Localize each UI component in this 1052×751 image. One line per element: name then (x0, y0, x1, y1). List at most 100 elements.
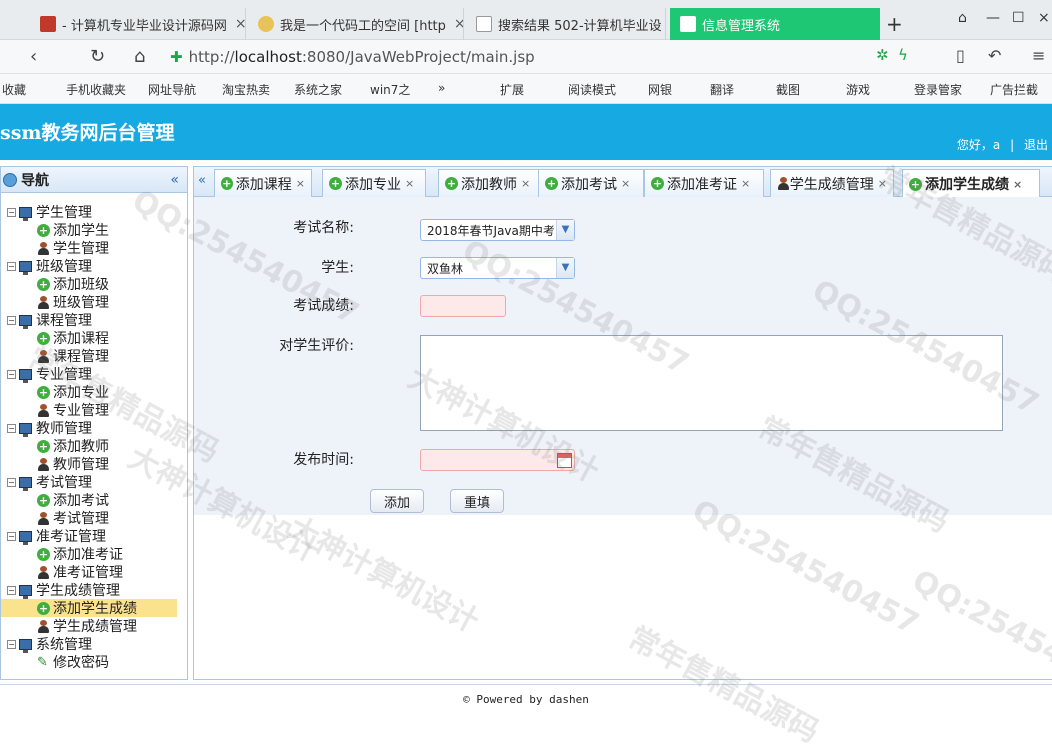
close-window-icon[interactable]: × (1038, 10, 1050, 26)
bookmark-item[interactable]: 网银 (648, 81, 672, 98)
nav-item[interactable]: + 添加教师 (1, 437, 187, 455)
nav-item[interactable]: 教师管理 (1, 455, 187, 473)
nav-group[interactable]: − 准考证管理 (1, 527, 187, 545)
publish-time-input[interactable] (420, 449, 575, 471)
page-tab[interactable]: + 添加教师 × (438, 169, 542, 197)
close-tab-icon[interactable]: × (227, 16, 245, 32)
page-tab[interactable]: + 添加课程 × (214, 169, 312, 197)
back-icon[interactable]: ‹ (30, 46, 37, 67)
browser-tab-label: - 计算机专业毕业设计源码网 (62, 18, 227, 34)
nav-item[interactable]: 专业管理 (1, 401, 187, 419)
extension-icon[interactable]: ✲ (876, 46, 889, 64)
bookmark-item[interactable]: 扩展 (500, 81, 524, 98)
collapse-toggle-icon[interactable]: − (7, 639, 16, 649)
nav-group[interactable]: − 教师管理 (1, 419, 187, 437)
bookmark-item[interactable]: 系统之家 (294, 81, 342, 98)
bookmark-item[interactable]: 翻译 (710, 81, 734, 98)
nav-item[interactable]: 学生成绩管理 (1, 617, 187, 635)
close-tab-icon[interactable]: × (621, 177, 630, 190)
bookmark-item[interactable]: 游戏 (846, 81, 870, 98)
nav-item[interactable]: + 添加学生成绩 (1, 599, 177, 617)
nav-group[interactable]: − 专业管理 (1, 365, 187, 383)
browser-tab-2[interactable]: 我是一个代码工的空间 [http × (248, 8, 464, 40)
reset-button[interactable]: 重填 (450, 489, 504, 513)
exam-select[interactable]: 2018年春节Java期中考 ▼ (420, 219, 575, 241)
nav-item[interactable]: 准考证管理 (1, 563, 187, 581)
collapse-toggle-icon[interactable]: − (7, 369, 16, 379)
nav-item[interactable]: + 添加班级 (1, 275, 187, 293)
close-tab-icon[interactable]: × (405, 177, 414, 190)
lightning-icon[interactable]: ϟ (898, 46, 908, 64)
shirt-icon[interactable]: ⌂ (958, 10, 967, 26)
collapse-toggle-icon[interactable]: − (7, 207, 16, 217)
bookmark-item[interactable]: 网址导航 (148, 81, 196, 98)
collapse-toggle-icon[interactable]: − (7, 423, 16, 433)
close-tab-icon[interactable]: × (521, 177, 530, 190)
close-tab-icon[interactable]: × (446, 16, 463, 32)
comment-textarea[interactable] (420, 335, 1003, 431)
nav-group[interactable]: − 学生成绩管理 (1, 581, 187, 599)
more-bookmarks-button[interactable]: » (438, 81, 445, 95)
reload-icon[interactable]: ↻ (90, 46, 105, 67)
nav-item[interactable]: ✎ 修改密码 (1, 653, 187, 671)
page-tab[interactable]: + 添加专业 × (322, 169, 426, 197)
tabs-scroll-left-button[interactable]: « (198, 173, 206, 188)
page-tab[interactable]: + 添加考试 × (538, 169, 644, 197)
new-tab-button[interactable]: + (886, 12, 903, 36)
nav-item[interactable]: + 添加准考证 (1, 545, 187, 563)
nav-group[interactable]: − 考试管理 (1, 473, 187, 491)
address-input[interactable]: ✚ http:// localhost :8080/JavaWebProject… (170, 45, 950, 69)
nav-group[interactable]: − 学生管理 (1, 203, 187, 221)
nav-group[interactable]: − 班级管理 (1, 257, 187, 275)
nav-group-label: 班级管理 (36, 259, 92, 275)
undo-icon[interactable]: ↶ (988, 46, 1001, 65)
logout-link[interactable]: 退出 (1024, 138, 1048, 152)
add-icon: + (37, 601, 50, 615)
close-tab-icon[interactable]: × (878, 177, 887, 190)
nav-item[interactable]: + 添加专业 (1, 383, 187, 401)
page-tab[interactable]: + 添加准考证 × (644, 169, 764, 197)
submit-button[interactable]: 添加 (370, 489, 424, 513)
page-tab[interactable]: + 添加学生成绩 × (902, 169, 1040, 198)
minimize-icon[interactable]: — (986, 10, 1000, 26)
bookmark-item[interactable]: 淘宝热卖 (222, 81, 270, 98)
close-tab-icon[interactable]: × (296, 177, 305, 190)
collapse-toggle-icon[interactable]: − (7, 531, 16, 541)
bookmark-item[interactable]: 阅读模式 (568, 81, 616, 98)
score-input[interactable] (420, 295, 506, 317)
nav-group[interactable]: − 课程管理 (1, 311, 187, 329)
page-tab-label: 添加考试 (561, 176, 617, 193)
menu-icon[interactable]: ≡ (1032, 46, 1045, 65)
bookmark-item[interactable]: 广告拦截 (990, 81, 1038, 98)
close-tab-icon[interactable]: × (662, 16, 665, 32)
bookmark-item[interactable]: 收藏 (2, 81, 26, 98)
page-tab[interactable]: 学生成绩管理 × (770, 169, 894, 197)
nav-item[interactable]: 学生管理 (1, 239, 187, 257)
phone-icon[interactable]: ▯ (956, 46, 965, 65)
nav-item[interactable]: 课程管理 (1, 347, 187, 365)
nav-item[interactable]: 班级管理 (1, 293, 187, 311)
bookmark-item[interactable]: win7之 (370, 81, 410, 98)
bookmark-item[interactable]: 手机收藏夹 (66, 81, 126, 98)
maximize-icon[interactable]: ☐ (1012, 10, 1025, 26)
student-select[interactable]: 双鱼林 ▼ (420, 257, 575, 279)
collapse-toggle-icon[interactable]: − (7, 315, 16, 325)
collapse-toggle-icon[interactable]: − (7, 261, 16, 271)
collapse-toggle-icon[interactable]: − (7, 477, 16, 487)
bookmark-item[interactable]: 截图 (776, 81, 800, 98)
bookmark-item[interactable]: 登录管家 (914, 81, 962, 98)
nav-item[interactable]: 考试管理 (1, 509, 187, 527)
collapse-toggle-icon[interactable]: − (7, 585, 16, 595)
calendar-icon[interactable] (557, 453, 572, 468)
nav-item[interactable]: + 添加课程 (1, 329, 187, 347)
close-tab-icon[interactable]: × (1013, 178, 1022, 191)
collapse-sidebar-button[interactable]: « (170, 172, 179, 188)
close-tab-icon[interactable]: × (741, 177, 750, 190)
nav-group[interactable]: − 系统管理 (1, 635, 187, 653)
browser-tab-3[interactable]: 搜索结果 502-计算机毕业设 × (466, 8, 666, 40)
browser-tab-active[interactable]: 信息管理系统 (670, 8, 880, 40)
browser-tab-1[interactable]: - 计算机专业毕业设计源码网 × (30, 8, 246, 40)
nav-item[interactable]: + 添加学生 (1, 221, 187, 239)
home-icon[interactable]: ⌂ (134, 46, 145, 67)
nav-item[interactable]: + 添加考试 (1, 491, 187, 509)
